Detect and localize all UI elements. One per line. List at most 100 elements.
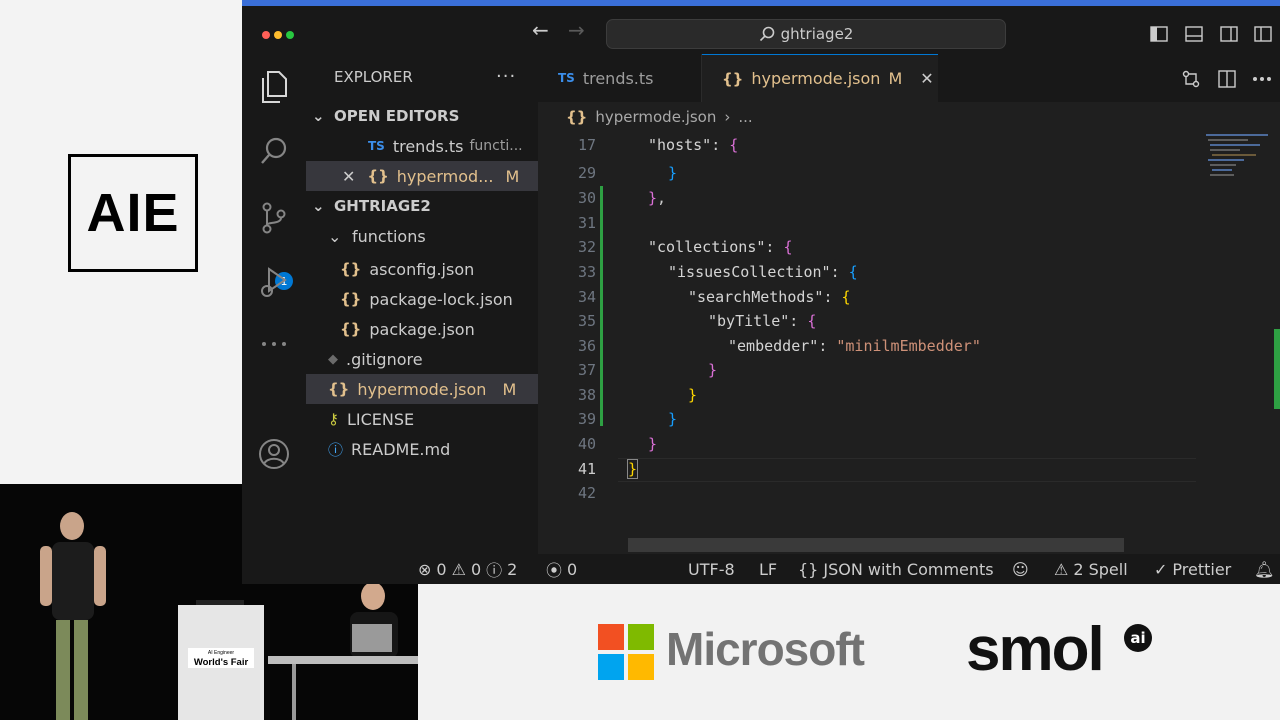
copilot-icon[interactable]: ☺ [1012,554,1029,584]
breadcrumb-file[interactable]: hypermode.json [595,108,716,126]
split-editor-icon[interactable] [1218,70,1236,88]
command-center-text: ghtriage2 [780,25,854,43]
brace: } [626,459,639,479]
breadcrumb: {} hypermode.json › ... [538,102,1280,132]
horizontal-scrollbar[interactable] [628,538,1124,552]
file-item[interactable]: ◆ .gitignore [306,344,538,374]
error-count: 0 [436,559,447,579]
line-number: 36 [577,337,596,355]
open-editor-item[interactable]: TS trends.ts functi... [306,131,538,161]
eol-indicator[interactable]: LF [759,554,777,584]
project-section[interactable]: ⌄ GHTRIAGE2 [306,191,538,221]
prettier-indicator[interactable]: ✓ Prettier [1154,554,1231,584]
code-line[interactable]: "embedder": "minilmEmbedder" [728,337,981,355]
spell-indicator[interactable]: ⚠ 2 Spell [1054,554,1128,584]
modified-badge: M [505,166,520,186]
error-icon: ⊗ [418,559,432,579]
file-name: LICENSE [347,409,415,429]
minimize-window-button[interactable] [274,31,282,39]
open-editor-name: hypermod... [396,166,494,186]
code-line[interactable]: } [708,361,717,379]
toggle-panel-icon[interactable] [1185,26,1203,42]
brace: { [729,136,739,154]
modified-badge: M [888,69,903,88]
code-line[interactable]: "hosts": { [648,136,738,154]
code-line[interactable]: }, [648,189,666,207]
code-line[interactable]: "collections": { [648,238,793,256]
file-item[interactable]: {} asconfig.json [306,254,538,284]
breadcrumb-more[interactable]: ... [738,108,752,126]
line-number-current: 41 [577,460,596,478]
code-line[interactable]: "issuesCollection": { [668,263,858,281]
line-number: 37 [577,361,596,379]
project-label: GHTRIAGE2 [334,197,431,215]
json-key: "embedder" [728,337,819,355]
open-editor-item-active[interactable]: ✕ {} hypermod... M [306,161,538,191]
close-editor-icon[interactable]: ✕ [342,167,355,186]
ports-indicator[interactable]: ⦿ 0 [546,554,577,584]
close-window-button[interactable] [262,31,270,39]
open-editor-name: trends.ts [392,136,464,156]
current-line-highlight [618,458,1196,482]
encoding-label: UTF-8 [688,559,735,579]
toggle-primary-sidebar-icon[interactable] [1150,26,1168,42]
code-line[interactable]: } [648,435,657,453]
encoding-indicator[interactable]: UTF-8 [688,554,735,584]
folder-functions[interactable]: ⌄ functions [306,221,538,251]
microsoft-wordmark: Microsoft [666,623,865,675]
language-label: JSON with Comments [823,559,994,579]
code-line[interactable]: } [668,164,677,182]
maximize-window-button[interactable] [286,31,294,39]
json-file-icon: {} [340,290,362,308]
more-views-icon[interactable] [259,338,289,350]
git-change-gutter [600,186,603,426]
file-item[interactable]: ⚷ LICENSE [306,404,538,434]
editor-more-actions-icon[interactable] [1252,76,1272,82]
line-number: 42 [577,484,596,502]
tab-hypermode-json[interactable]: {} hypermode.json M ✕ [702,54,938,102]
tab-trends-ts[interactable]: TS trends.ts [538,54,702,102]
toggle-secondary-sidebar-icon[interactable] [1220,26,1238,42]
back-arrow-icon[interactable]: ← [532,18,549,42]
file-name: .gitignore [346,349,423,369]
customize-layout-icon[interactable] [1254,26,1272,42]
line-number: 30 [577,189,596,207]
file-item-selected[interactable]: {} hypermode.json M [306,374,538,404]
close-tab-icon[interactable]: ✕ [920,69,933,88]
open-editors-section[interactable]: ⌄ OPEN EDITORS [306,101,538,131]
json-string-value: "minilmEmbedder" [836,337,981,355]
ports-count: 0 [567,559,578,579]
code-line[interactable]: } [626,459,639,479]
code-line[interactable]: } [688,386,697,404]
code-line[interactable]: } [668,410,677,428]
run-debug-icon[interactable] [259,266,289,298]
file-item[interactable]: ⓘ README.md [306,434,538,464]
brace: { [807,312,817,330]
command-center-search[interactable]: ghtriage2 [606,19,1006,49]
file-name: hypermode.json [357,379,487,399]
brace: } [688,386,698,404]
smol-wordmark: smol [966,615,1105,684]
license-key-icon: ⚷ [328,410,339,428]
explorer-files-icon[interactable] [259,70,289,104]
file-name: README.md [351,439,451,459]
accounts-icon[interactable] [258,438,290,470]
language-mode-indicator[interactable]: {} JSON with Comments [798,554,994,584]
notifications-bell-icon[interactable]: 🔔︎ [1254,554,1274,584]
microsoft-logo-icon [598,624,654,680]
problems-indicator[interactable]: ⊗ 0 ⚠ 0 ⓘ 2 [418,554,517,584]
file-item[interactable]: {} package.json [306,314,538,344]
editor-tabs: TS trends.ts {} hypermode.json M ✕ [538,54,1280,102]
search-activity-icon[interactable] [259,136,289,166]
minimap[interactable] [1198,132,1280,222]
source-control-icon[interactable] [259,202,289,234]
more-actions-icon[interactable]: ··· [496,66,516,87]
activity-bar: 1 [242,54,307,554]
forward-arrow-icon[interactable]: → [568,18,585,42]
code-line[interactable]: "searchMethods": { [688,288,851,306]
file-item[interactable]: {} package-lock.json [306,284,538,314]
code-line[interactable]: "byTitle": { [708,312,816,330]
compare-changes-icon[interactable] [1182,70,1200,88]
json-file-icon: {} [340,260,362,278]
json-file-icon: {} [722,69,744,88]
